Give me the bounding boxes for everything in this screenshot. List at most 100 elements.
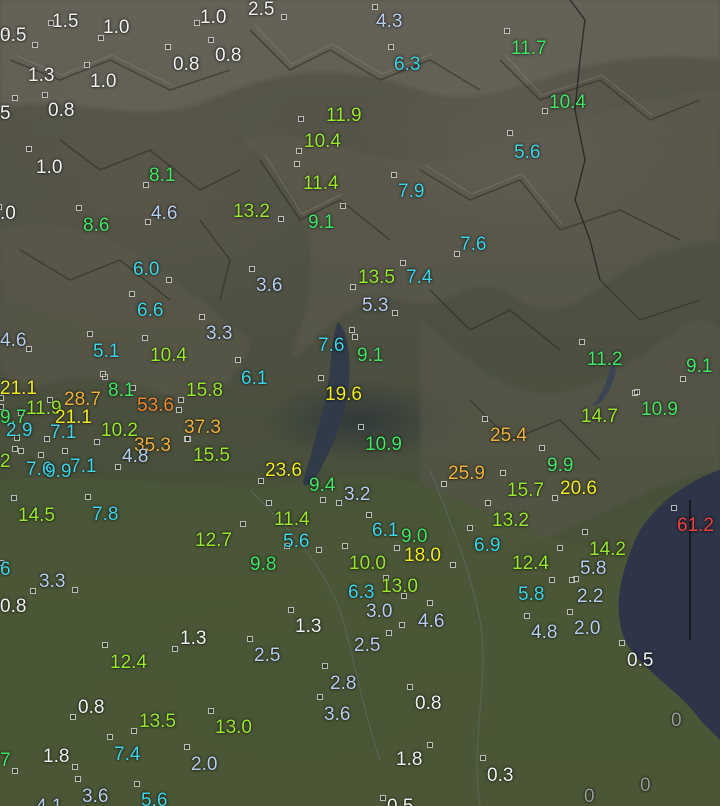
station-marker[interactable] <box>567 609 573 615</box>
station-marker[interactable] <box>427 600 433 606</box>
station-value[interactable]: 1.0 <box>90 72 116 91</box>
station-value[interactable]: 1.8 <box>43 747 69 766</box>
station-value[interactable]: 5.6 <box>514 143 540 162</box>
station-marker[interactable] <box>539 445 545 451</box>
station-value[interactable]: 21.1 <box>0 379 37 398</box>
station-value[interactable]: 9.8 <box>250 555 276 574</box>
station-marker[interactable] <box>38 452 44 458</box>
station-marker[interactable] <box>524 613 530 619</box>
station-marker[interactable] <box>115 464 121 470</box>
station-marker[interactable] <box>552 495 558 501</box>
station-value[interactable]: 14.2 <box>589 540 626 559</box>
station-marker[interactable] <box>32 42 38 48</box>
station-value[interactable]: 9.4 <box>309 476 335 495</box>
station-value[interactable]: 6.1 <box>241 369 267 388</box>
station-value[interactable]: 11.2 <box>587 350 623 369</box>
station-marker[interactable] <box>480 755 486 761</box>
station-marker[interactable] <box>62 448 68 454</box>
station-value[interactable]: 20.6 <box>560 479 597 498</box>
station-value[interactable]: 2 <box>0 452 11 471</box>
station-marker[interactable] <box>235 357 241 363</box>
station-marker[interactable] <box>619 640 625 646</box>
station-marker[interactable] <box>349 327 355 333</box>
station-value[interactable]: 6.3 <box>348 583 374 602</box>
station-marker[interactable] <box>240 521 246 527</box>
station-value[interactable]: 14.7 <box>581 407 618 426</box>
station-value[interactable]: 53.6 <box>137 396 174 415</box>
station-value[interactable]: 2.5 <box>254 646 280 665</box>
weather-map[interactable]: 0.5 1.5 1.0 1.0 2.5 4.3 0.8 0.8 6.3 11.7 1.3 1.0 5 0.… <box>0 0 720 806</box>
station-value[interactable]: 18.0 <box>404 546 441 565</box>
station-value[interactable]: .0 <box>0 204 16 223</box>
station-marker[interactable] <box>176 407 182 413</box>
station-marker[interactable] <box>298 116 304 122</box>
station-value[interactable]: 10.9 <box>641 400 678 419</box>
station-marker[interactable] <box>358 424 364 430</box>
station-marker[interactable] <box>94 439 100 445</box>
station-value[interactable]: 9.9 <box>547 456 573 475</box>
station-value[interactable]: 2.5 <box>248 0 274 19</box>
station-value[interactable]: 4.8 <box>122 447 148 466</box>
station-value[interactable]: 5.3 <box>362 296 388 315</box>
station-marker[interactable] <box>100 371 106 377</box>
station-value[interactable]: 3.3 <box>39 572 65 591</box>
station-marker[interactable] <box>30 588 36 594</box>
station-marker[interactable] <box>258 478 264 484</box>
station-value[interactable]: 2.5 <box>354 636 380 655</box>
station-value[interactable]: 0.3 <box>487 766 513 785</box>
station-value[interactable]: 0.5 <box>0 26 26 45</box>
station-marker[interactable] <box>165 44 171 50</box>
station-value[interactable]: 2.2 <box>577 587 603 606</box>
station-marker[interactable] <box>70 714 76 720</box>
station-value[interactable]: 13.0 <box>215 718 252 737</box>
station-marker[interactable] <box>352 334 358 340</box>
station-marker[interactable] <box>386 630 392 636</box>
station-marker[interactable] <box>72 587 78 593</box>
station-value[interactable]: 19.6 <box>325 385 362 404</box>
station-value[interactable]: 1.3 <box>180 629 206 648</box>
station-marker[interactable] <box>172 646 178 652</box>
station-value[interactable]: 0.8 <box>48 101 74 120</box>
station-value[interactable]: 4.1 <box>36 797 62 806</box>
station-marker[interactable] <box>507 130 513 136</box>
station-value[interactable]: 6 <box>0 560 11 579</box>
station-marker[interactable] <box>26 346 32 352</box>
station-marker[interactable] <box>278 216 284 222</box>
station-value[interactable]: 6.1 <box>372 521 398 540</box>
station-value[interactable]: 11.4 <box>303 174 339 193</box>
station-marker[interactable] <box>87 331 93 337</box>
station-value[interactable]: 0.5 <box>627 651 653 670</box>
station-marker[interactable] <box>322 663 328 669</box>
station-value[interactable]: 12.4 <box>512 554 549 573</box>
station-marker[interactable] <box>294 161 300 167</box>
station-marker[interactable] <box>84 62 90 68</box>
station-marker[interactable] <box>427 742 433 748</box>
station-marker[interactable] <box>178 397 184 403</box>
station-marker[interactable] <box>350 284 356 290</box>
station-marker[interactable] <box>76 205 82 211</box>
station-marker[interactable] <box>18 448 24 454</box>
station-value[interactable]: 7.4 <box>406 268 432 287</box>
station-marker[interactable] <box>12 95 18 101</box>
station-marker[interactable] <box>582 529 588 535</box>
station-value[interactable]: 13.2 <box>233 202 270 221</box>
station-value[interactable]: 7.1 <box>70 457 96 476</box>
station-marker[interactable] <box>441 481 447 487</box>
station-marker[interactable] <box>671 505 677 511</box>
station-marker[interactable] <box>400 260 406 266</box>
station-marker[interactable] <box>199 314 205 320</box>
station-value[interactable]: 0.8 <box>78 698 104 717</box>
station-marker[interactable] <box>482 416 488 422</box>
station-value[interactable]: 23.6 <box>265 461 302 480</box>
station-value[interactable]: 11.4 <box>274 510 310 529</box>
station-value[interactable]: 12.4 <box>110 653 147 672</box>
station-value[interactable]: 7.1 <box>50 423 76 442</box>
station-marker[interactable] <box>392 310 398 316</box>
station-value[interactable]: 8.1 <box>108 381 134 400</box>
station-marker[interactable] <box>500 470 506 476</box>
station-marker[interactable] <box>316 547 322 553</box>
station-value[interactable]: 10.9 <box>365 435 402 454</box>
station-marker[interactable] <box>208 708 214 714</box>
station-value[interactable]: 9.1 <box>308 213 334 232</box>
station-value[interactable]: 2.0 <box>574 619 600 638</box>
